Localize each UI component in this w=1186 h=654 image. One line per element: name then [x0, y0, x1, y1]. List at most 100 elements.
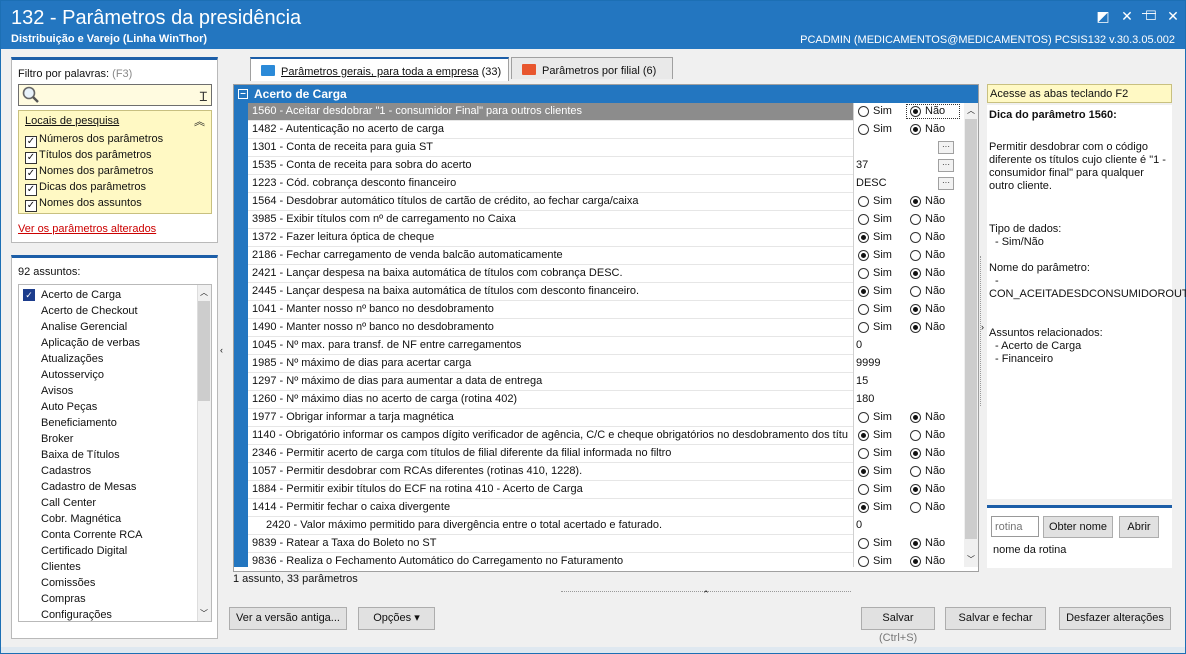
- parameter-row[interactable]: 1057 - Permitir desdobrar com RCAs difer…: [248, 463, 964, 481]
- parameter-value[interactable]: 0: [853, 517, 964, 535]
- parameter-value[interactable]: 0: [853, 337, 964, 355]
- subject-item[interactable]: Baixa de Títulos: [41, 447, 120, 463]
- parameter-row[interactable]: 1297 - Nº máximo de dias para aumentar a…: [248, 373, 964, 391]
- parameter-row[interactable]: 2346 - Permitir acerto de carga com títu…: [248, 445, 964, 463]
- subject-item[interactable]: Cadastros: [41, 463, 91, 479]
- abrir-button[interactable]: Abrir: [1119, 516, 1159, 538]
- nao-radio[interactable]: [910, 304, 921, 315]
- sim-radio[interactable]: [858, 322, 869, 333]
- edit-icon[interactable]: ◩: [1093, 7, 1113, 25]
- subject-item[interactable]: Aplicação de verbas: [41, 335, 140, 351]
- parameter-row[interactable]: 1260 - Nº máximo dias no acerto de carga…: [248, 391, 964, 409]
- chevron-up-icon[interactable]: ⌃: [702, 589, 710, 599]
- subject-item[interactable]: Broker: [41, 431, 73, 447]
- value-text[interactable]: DESC: [856, 177, 887, 189]
- parameter-row[interactable]: 2421 - Lançar despesa na baixa automátic…: [248, 265, 964, 283]
- nao-radio[interactable]: [910, 448, 921, 459]
- nao-radio[interactable]: [910, 430, 921, 441]
- checkbox-checked-icon[interactable]: ✓: [23, 289, 35, 301]
- value-text[interactable]: 180: [856, 393, 874, 405]
- subject-item[interactable]: Acerto de Checkout: [41, 303, 138, 319]
- parameter-row[interactable]: 1490 - Manter nosso nº banco no desdobra…: [248, 319, 964, 337]
- subject-item[interactable]: Clientes: [41, 559, 81, 575]
- nao-radio[interactable]: [910, 484, 921, 495]
- sim-radio[interactable]: [858, 466, 869, 477]
- chevron-up-icon[interactable]: ︿: [200, 287, 208, 298]
- parameter-row[interactable]: 2420 - Valor máximo permitido para diver…: [248, 517, 964, 535]
- undo-changes-button[interactable]: Desfazer alterações: [1059, 607, 1171, 630]
- sim-radio[interactable]: [858, 430, 869, 441]
- parameter-value[interactable]: Sim Não: [853, 481, 964, 499]
- subject-item[interactable]: Cadastro de Mesas: [41, 479, 136, 495]
- sim-radio[interactable]: [858, 196, 869, 207]
- parameter-row[interactable]: 1301 - Conta de receita para guia ST ···: [248, 139, 964, 157]
- opcoes-button[interactable]: Opções ▾: [358, 607, 435, 630]
- nao-radio[interactable]: [910, 250, 921, 261]
- parameter-value[interactable]: Sim Não: [853, 211, 964, 229]
- parameter-value[interactable]: Sim Não: [853, 193, 964, 211]
- value-text[interactable]: 9999: [856, 357, 880, 369]
- parameter-row[interactable]: 1482 - Autenticação no acerto de carga Si…: [248, 121, 964, 139]
- subject-item[interactable]: Cobr. Magnética: [41, 511, 121, 527]
- chevron-up-icon[interactable]: ︿: [967, 105, 975, 116]
- scroll-thumb[interactable]: [198, 301, 210, 401]
- parameter-value[interactable]: ···: [853, 139, 964, 157]
- subject-item[interactable]: Conta Corrente RCA: [41, 527, 143, 543]
- sim-radio[interactable]: [858, 214, 869, 225]
- nao-radio[interactable]: [910, 124, 921, 135]
- tab-parametros-filial[interactable]: Parâmetros por filial (6): [511, 57, 673, 79]
- sim-radio[interactable]: [858, 484, 869, 495]
- parameter-row[interactable]: 1977 - Obrigar informar a tarja magnétic…: [248, 409, 964, 427]
- close-button[interactable]: ✕: [1163, 7, 1183, 25]
- nao-radio[interactable]: [910, 214, 921, 225]
- subject-item[interactable]: Call Center: [41, 495, 96, 511]
- parameter-row[interactable]: 2186 - Fechar carregamento de venda balc…: [248, 247, 964, 265]
- parameter-value[interactable]: 37 ···: [853, 157, 964, 175]
- parameter-row[interactable]: 9836 - Realiza o Fechamento Automático d…: [248, 553, 964, 567]
- value-text[interactable]: 0: [856, 339, 862, 351]
- parameter-row[interactable]: 1140 - Obrigatório informar os campos dí…: [248, 427, 964, 445]
- parameter-row[interactable]: 1414 - Permitir fechar o caixa divergent…: [248, 499, 964, 517]
- scroll-thumb[interactable]: [965, 119, 977, 539]
- parameter-value[interactable]: Sim Não: [853, 535, 964, 553]
- search-input[interactable]: [47, 87, 197, 103]
- sim-radio[interactable]: [858, 250, 869, 261]
- subject-item[interactable]: Acerto de Carga: [41, 287, 121, 303]
- sim-radio[interactable]: [858, 232, 869, 243]
- parameter-value[interactable]: Sim Não: [853, 229, 964, 247]
- panel-splitter[interactable]: ‹: [220, 57, 227, 639]
- parameter-row[interactable]: 1560 - Aceitar desdobrar "1 - consumidor…: [248, 103, 964, 121]
- parameter-row[interactable]: 9839 - Ratear a Taxa do Boleto no ST Sim N…: [248, 535, 964, 553]
- check-nomes[interactable]: ✓ Nomes dos parâmetros: [25, 165, 153, 181]
- sim-radio[interactable]: [858, 286, 869, 297]
- parameter-row[interactable]: 1535 - Conta de receita para sobra do ac…: [248, 157, 964, 175]
- parameter-value[interactable]: Sim Não: [853, 247, 964, 265]
- parameter-value[interactable]: Sim Não: [853, 121, 964, 139]
- value-text[interactable]: 15: [856, 375, 868, 387]
- chevron-up-icon[interactable]: ︽: [194, 113, 205, 129]
- chevron-left-icon[interactable]: ‹: [220, 345, 223, 355]
- sim-radio[interactable]: [858, 556, 869, 567]
- parameter-value[interactable]: DESC ···: [853, 175, 964, 193]
- chevron-down-icon[interactable]: ﹀: [967, 554, 975, 565]
- parameter-value[interactable]: Sim Não: [853, 409, 964, 427]
- chevron-right-icon[interactable]: ›: [981, 322, 984, 332]
- subjects-list[interactable]: ✓ Acerto de Carga Acerto de Checkout Anali…: [18, 284, 212, 622]
- parameter-row[interactable]: 1223 - Cód. cobrança desconto financeiro…: [248, 175, 964, 193]
- value-text[interactable]: 37: [856, 159, 868, 171]
- versao-antiga-button[interactable]: Ver a versão antiga...: [229, 607, 347, 630]
- ellipsis-button[interactable]: ···: [938, 159, 954, 172]
- nao-radio[interactable]: [910, 286, 921, 297]
- parameter-value[interactable]: Sim Não: [853, 283, 964, 301]
- nao-radio[interactable]: [910, 412, 921, 423]
- checkbox-checked-icon[interactable]: ✓: [25, 200, 37, 212]
- nao-radio[interactable]: [910, 556, 921, 567]
- sim-radio[interactable]: [858, 124, 869, 135]
- rotina-input[interactable]: [991, 516, 1039, 537]
- parameter-value[interactable]: 15: [853, 373, 964, 391]
- right-splitter[interactable]: ›: [980, 256, 986, 406]
- parameter-row[interactable]: 2445 - Lançar despesa na baixa automátic…: [248, 283, 964, 301]
- parameter-value[interactable]: Sim Não: [853, 427, 964, 445]
- collapse-icon[interactable]: –: [238, 89, 248, 99]
- tab-parametros-gerais[interactable]: Parâmetros gerais, para toda a empresa (…: [250, 57, 509, 81]
